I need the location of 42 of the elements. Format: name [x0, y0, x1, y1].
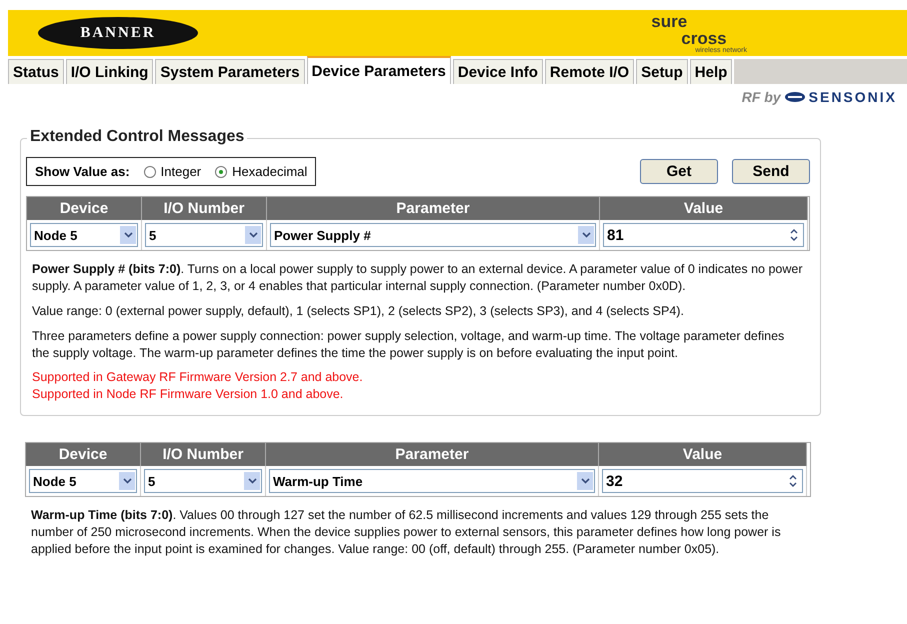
radio-button[interactable]	[215, 166, 228, 178]
tab[interactable]: Setup	[636, 59, 688, 84]
column-header: Parameter	[266, 443, 599, 466]
support-note: Supported in Gateway RF Firmware Version 2.7 and above.	[32, 369, 364, 386]
column-header: Device	[26, 443, 141, 466]
credit-logo: SENSONIX	[808, 89, 897, 105]
brand-logo: BANNER	[38, 17, 198, 49]
device-select[interactable]: Node 5	[30, 223, 138, 247]
column-header: I/O Number	[142, 197, 267, 220]
description-text: Power Supply # (bits 7:0). Turns on a local power supply to supply power to an external device. A parameter value of 0 indicates no power supply. A parameter value of 1, 2, 3, or 4 enables that particular internal supply connection. (Parameter number 0x0D).	[32, 261, 804, 295]
tab[interactable]: Help	[690, 59, 732, 84]
device-select[interactable]: Node 5	[29, 469, 137, 494]
parameter-select[interactable]: Warm-up Time	[269, 469, 595, 494]
credit-text: RF by	[742, 89, 781, 105]
radio-label: Hexadecimal	[232, 164, 308, 179]
show-value-label: Show Value as:	[35, 164, 130, 179]
tab[interactable]: Remote I/O	[544, 59, 634, 84]
column-header: Value	[599, 443, 807, 466]
tab[interactable]: Device Parameters	[306, 56, 451, 84]
value-spinner[interactable]: 32	[602, 469, 803, 494]
column-header: Device	[27, 197, 142, 220]
support-note: Supported in Node RF Firmware Version 1.0 and above.	[32, 386, 344, 404]
value-spinner[interactable]: 81	[603, 223, 804, 247]
io-number-select[interactable]: 5	[144, 469, 262, 494]
parameter-select[interactable]: Power Supply #	[270, 223, 596, 247]
panel-title: Extended Control Messages	[27, 128, 248, 146]
radio-button[interactable]	[144, 166, 156, 178]
radio-label: Integer	[160, 164, 202, 179]
description-text: Value range: 0 (external power supply, default), 1 (selects SP1), 2 (selects SP2), 3 (selects SP3), and 4 (selects SP4).	[32, 302, 685, 320]
description-text: Three parameters define a power supply connection: power supply selection, voltage, and warm-up time. The voltage parameter defines the supply voltage. The warm-up parameter defines the time the power supply is on before evaluating the input point.	[32, 328, 786, 362]
tab[interactable]: I/O Linking	[66, 59, 154, 84]
description-text: Warm-up Time (bits 7:0). Values 00 through 127 set the number of 62.5 millisecond increments and values 129 through 255 sets the number of 250 microsecond increments. When the device supplies power to external sensors, this parameter defines how long power is applied before the input point is examined for changes. Value range: 00 (off, default) through 255. (Parameter number 0x05).	[31, 507, 782, 558]
io-number-select[interactable]: 5	[145, 223, 263, 247]
tab[interactable]: Status	[8, 59, 64, 84]
tab[interactable]: Device Info	[452, 59, 543, 84]
disc-icon	[784, 92, 805, 102]
tab[interactable]: System Parameters	[155, 59, 305, 84]
action-button[interactable]: Get	[640, 159, 718, 184]
column-header: Parameter	[267, 197, 600, 220]
action-button[interactable]: Send	[732, 159, 810, 184]
column-header: Value	[600, 197, 808, 220]
column-header: I/O Number	[141, 443, 266, 466]
